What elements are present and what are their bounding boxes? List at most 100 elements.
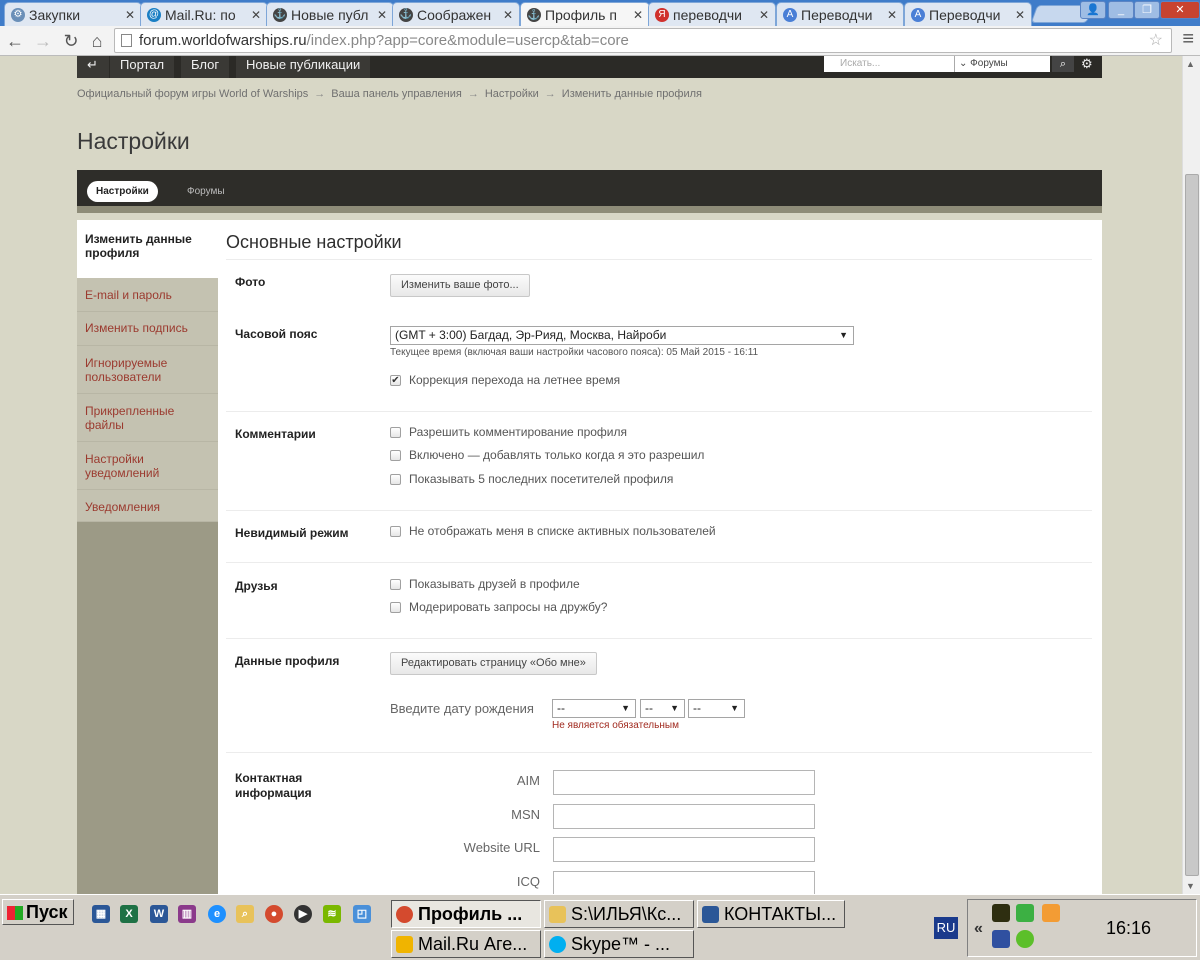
friends-option[interactable]: Показывать друзей в профиле bbox=[390, 576, 580, 592]
search-icon[interactable]: ⌕ bbox=[236, 905, 254, 923]
back-to-site-icon[interactable]: ↵ bbox=[77, 56, 109, 78]
birthday-year-select[interactable]: -- ▼ bbox=[688, 699, 745, 718]
moderate-friends-checkbox[interactable] bbox=[390, 601, 401, 613]
browser-tab-active[interactable]: ⚓ Профиль п ✕ bbox=[520, 2, 650, 27]
approve-comments-checkbox[interactable] bbox=[390, 449, 401, 461]
site-search-input[interactable]: Искать... bbox=[824, 56, 954, 72]
show-friends-checkbox[interactable] bbox=[390, 578, 401, 590]
start-button[interactable]: Пуск bbox=[2, 899, 74, 925]
taskbar-task[interactable]: Mail.Ru Аге... bbox=[391, 930, 541, 958]
menu-icon[interactable]: ≡ bbox=[1182, 28, 1194, 51]
close-icon[interactable]: ✕ bbox=[503, 8, 513, 22]
chrome-icon[interactable]: ● bbox=[265, 905, 283, 923]
star-icon[interactable]: ☆ bbox=[1149, 29, 1163, 52]
scroll-down-arrow-icon[interactable]: ▼ bbox=[1186, 881, 1195, 891]
change-photo-button[interactable]: Изменить ваше фото... bbox=[390, 274, 530, 297]
dst-checkbox[interactable]: ✔ bbox=[390, 374, 401, 386]
sidebar-item-signature[interactable]: Изменить подпись bbox=[77, 312, 218, 346]
wows-icon: ⚓ bbox=[527, 8, 541, 22]
website-field[interactable] bbox=[553, 837, 815, 862]
close-icon[interactable]: ✕ bbox=[1015, 8, 1025, 22]
invisible-checkbox[interactable] bbox=[390, 525, 401, 537]
network-icon[interactable] bbox=[992, 930, 1010, 948]
aim-field[interactable] bbox=[553, 770, 815, 795]
invisible-option[interactable]: Не отображать меня в списке активных пол… bbox=[390, 523, 716, 539]
back-arrow-icon[interactable]: ← bbox=[4, 30, 26, 52]
user-icon[interactable]: 👤 bbox=[1080, 1, 1106, 19]
icq-field[interactable] bbox=[553, 871, 815, 894]
browser-tab[interactable]: ⚓ Новые публ ✕ bbox=[266, 2, 394, 26]
scroll-up-arrow-icon[interactable]: ▲ bbox=[1186, 59, 1195, 69]
tray-shield-icon[interactable] bbox=[1016, 904, 1034, 922]
media-player-icon[interactable]: ▶ bbox=[294, 905, 312, 923]
dst-checkbox-row[interactable]: ✔ Коррекция перехода на летнее время bbox=[390, 372, 620, 388]
taskbar-task[interactable]: КОНТАКТЫ... bbox=[697, 900, 845, 928]
close-icon[interactable]: ✕ bbox=[887, 8, 897, 22]
comments-option[interactable]: Включено — добавлять только когда я это … bbox=[390, 447, 704, 463]
birthday-month-select[interactable]: -- ▼ bbox=[552, 699, 636, 718]
desktop-icon[interactable]: ▦ bbox=[92, 905, 110, 923]
excel-icon[interactable]: X bbox=[120, 905, 138, 923]
search-icon[interactable]: ⌕ bbox=[1052, 56, 1074, 72]
tray-expand-icon[interactable]: « bbox=[974, 920, 983, 938]
browser-tab[interactable]: ⚓ Соображен ✕ bbox=[392, 2, 520, 26]
maximize-button[interactable]: ❐ bbox=[1134, 1, 1160, 19]
close-icon[interactable]: ✕ bbox=[633, 8, 643, 22]
nav-portal[interactable]: Портал bbox=[110, 56, 175, 78]
friends-option[interactable]: Модерировать запросы на дружбу? bbox=[390, 599, 607, 615]
allow-comments-checkbox[interactable] bbox=[390, 426, 401, 438]
scroll-thumb[interactable] bbox=[1185, 174, 1199, 876]
search-scope-select[interactable]: ⌄ Форумы bbox=[954, 56, 1050, 72]
birthday-day-select[interactable]: -- ▼ bbox=[640, 699, 685, 718]
taskbar-task[interactable]: Skype™ - ... bbox=[544, 930, 694, 958]
tray-agent-icon[interactable] bbox=[1016, 930, 1034, 948]
browser-tab[interactable]: ⚙ Закупки ✕ bbox=[4, 2, 142, 26]
tab-settings[interactable]: Настройки bbox=[87, 181, 158, 202]
gear-icon[interactable]: ⚙ bbox=[1081, 56, 1093, 72]
browser-tab[interactable]: @ Mail.Ru: по ✕ bbox=[140, 2, 268, 26]
close-icon[interactable]: ✕ bbox=[377, 8, 387, 22]
language-indicator[interactable]: RU bbox=[934, 917, 958, 939]
word-icon[interactable]: W bbox=[150, 905, 168, 923]
sidebar-item-edit-profile[interactable]: Изменить данные профиля bbox=[77, 220, 218, 278]
close-icon[interactable]: ✕ bbox=[125, 8, 135, 22]
close-window-button[interactable]: ✕ bbox=[1160, 1, 1200, 19]
breadcrumb-item[interactable]: Настройки bbox=[485, 88, 539, 100]
app-icon[interactable]: ◰ bbox=[353, 905, 371, 923]
reload-icon[interactable]: ↻ bbox=[60, 30, 82, 52]
page-scrollbar[interactable]: ▲ ▼ bbox=[1182, 56, 1200, 894]
forward-arrow-icon[interactable]: → bbox=[32, 30, 54, 52]
sidebar-item-notifications[interactable]: Уведомления bbox=[77, 490, 218, 522]
browser-tab[interactable]: A Переводчи ✕ bbox=[904, 2, 1032, 26]
taskbar-task[interactable]: S:\ИЛЬЯ\Кс... bbox=[544, 900, 694, 928]
timezone-select[interactable]: (GMT + 3:00) Багдад, Эр-Рияд, Москва, На… bbox=[390, 326, 854, 345]
close-icon[interactable]: ✕ bbox=[759, 8, 769, 22]
close-icon[interactable]: ✕ bbox=[251, 8, 261, 22]
comments-option[interactable]: Разрешить комментирование профиля bbox=[390, 424, 627, 440]
comments-option[interactable]: Показывать 5 последних посетителей профи… bbox=[390, 471, 673, 487]
edit-about-me-button[interactable]: Редактировать страницу «Обо мне» bbox=[390, 652, 597, 675]
sidebar-item-notification-settings[interactable]: Настройки уведомлений bbox=[77, 442, 218, 490]
tray-sync-icon[interactable] bbox=[1042, 904, 1060, 922]
address-bar[interactable]: forum.worldofwarships.ru/index.php?app=c… bbox=[114, 28, 1172, 53]
msn-field[interactable] bbox=[553, 804, 815, 829]
nav-blog[interactable]: Блог bbox=[181, 56, 230, 78]
taskbar-task[interactable]: Профиль ... bbox=[391, 900, 541, 928]
sidebar-item-ignored-users[interactable]: Игнорируемые пользователи bbox=[77, 346, 218, 394]
show-visitors-checkbox[interactable] bbox=[390, 473, 401, 485]
app-icon[interactable]: ≋ bbox=[323, 905, 341, 923]
tray-app-icon[interactable] bbox=[992, 904, 1010, 922]
minimize-button[interactable]: _ bbox=[1108, 1, 1134, 19]
home-icon[interactable]: ⌂ bbox=[86, 30, 108, 52]
browser-tab[interactable]: Я переводчи ✕ bbox=[648, 2, 776, 26]
nav-new-posts[interactable]: Новые публикации bbox=[236, 56, 371, 78]
winrar-icon[interactable]: ▥ bbox=[178, 905, 196, 923]
tab-forums[interactable]: Форумы bbox=[187, 181, 225, 202]
sidebar-item-attachments[interactable]: Прикрепленные файлы bbox=[77, 394, 218, 442]
dropdown-arrow-icon: ▼ bbox=[670, 703, 679, 713]
breadcrumb-item[interactable]: Ваша панель управления bbox=[331, 88, 462, 100]
sidebar-item-email-password[interactable]: E-mail и пароль bbox=[77, 278, 218, 312]
breadcrumb-item[interactable]: Официальный форум игры World of Warships bbox=[77, 88, 308, 100]
internet-explorer-icon[interactable]: e bbox=[208, 905, 226, 923]
browser-tab[interactable]: A Переводчи ✕ bbox=[776, 2, 904, 26]
